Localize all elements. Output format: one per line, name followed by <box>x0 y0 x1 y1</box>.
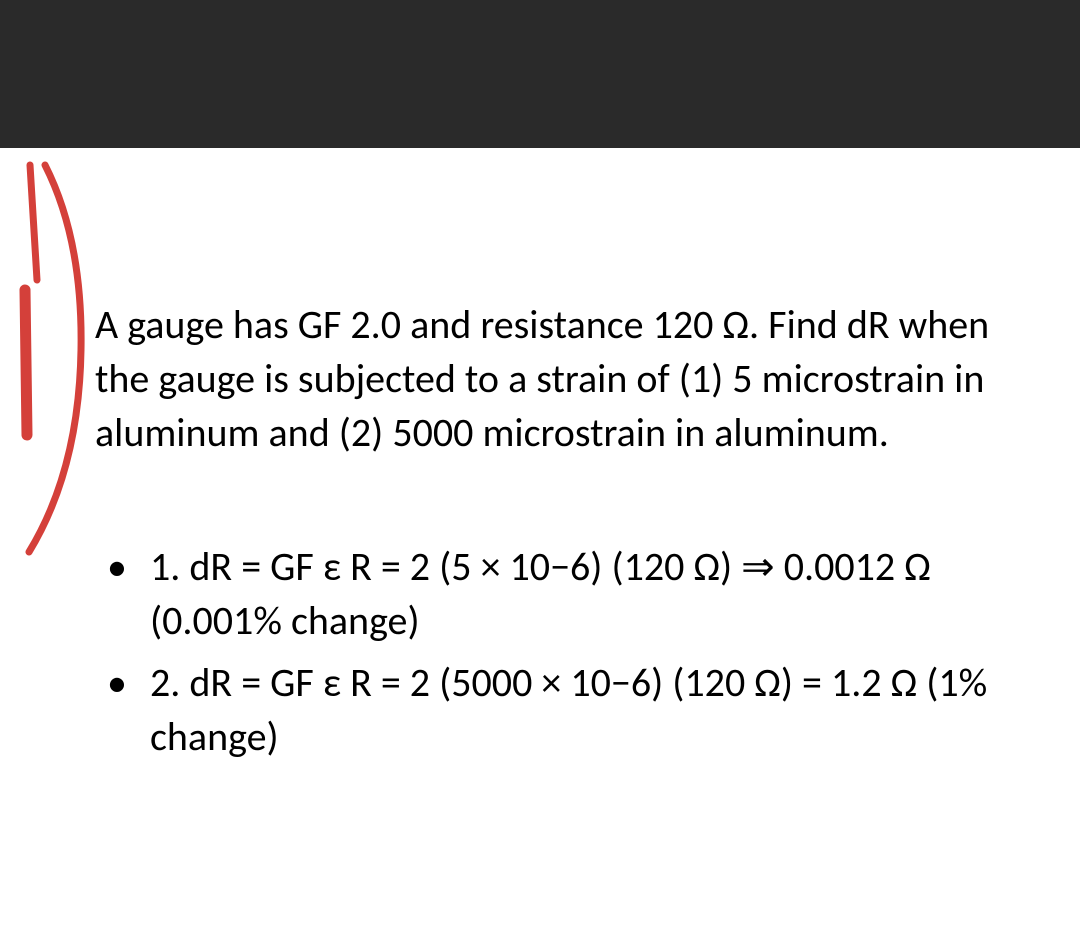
problem-statement: A gauge has GF 2.0 and resistance 120 Ω.… <box>95 298 1000 460</box>
solution-list: 1. dR = GF ε R = 2 (5 × 10−6) (120 Ω) ⇒ … <box>95 540 1000 764</box>
solution-item-1: 1. dR = GF ε R = 2 (5 × 10−6) (120 Ω) ⇒ … <box>95 540 1000 648</box>
slide-content: A gauge has GF 2.0 and resistance 120 Ω.… <box>0 148 1080 812</box>
solution-item-2: 2. dR = GF ε R = 2 (5000 × 10−6) (120 Ω)… <box>95 656 1000 764</box>
header-bar <box>0 0 1080 148</box>
